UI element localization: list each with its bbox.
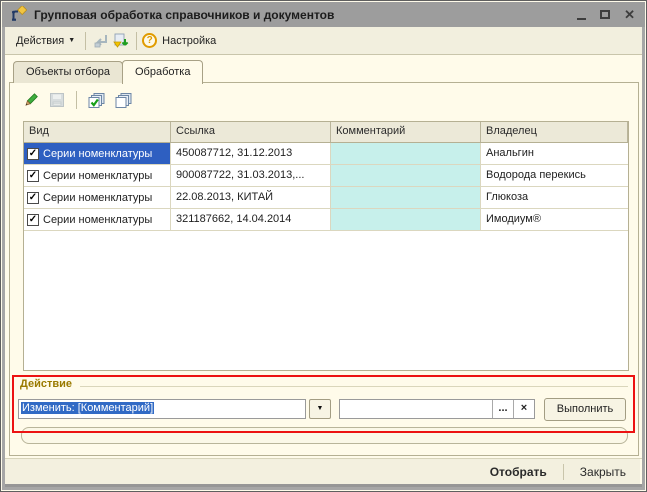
kind-cell[interactable]: ✓ Серии номенклатуры <box>24 165 171 186</box>
close-icon[interactable]: ✕ <box>624 8 635 21</box>
1c-app-icon <box>10 6 27 23</box>
comment-cell[interactable] <box>331 143 481 164</box>
kind-cell[interactable]: ✓ Серии номенклатуры <box>24 187 171 208</box>
maximize-icon[interactable] <box>600 10 610 19</box>
actions-menu-label: Действия <box>16 35 64 47</box>
comment-cell[interactable] <box>331 209 481 230</box>
toolbar-separator <box>76 91 77 109</box>
window-controls: ✕ <box>577 8 635 21</box>
action-section-label: Действие <box>20 378 72 390</box>
kind-label: Серии номенклатуры <box>43 214 152 226</box>
clear-checkmarks-icon <box>114 92 133 109</box>
move-disabled-button <box>91 31 111 51</box>
main-toolbar: Действия ▼ ? Настройка <box>5 27 642 55</box>
footer-button-separator <box>563 464 564 480</box>
kind-label: Серии номенклатуры <box>43 148 152 160</box>
stop-disabled-button <box>47 90 67 110</box>
table-header: Вид Ссылка Комментарий Владелец <box>24 122 628 143</box>
execute-button-label: Выполнить <box>557 403 613 415</box>
settings-button[interactable]: Настройка <box>157 33 221 49</box>
row-checkbox[interactable]: ✓ <box>27 148 39 160</box>
link-cell[interactable]: 900087722, 31.03.2013,... <box>171 165 331 186</box>
link-cell[interactable]: 22.08.2013, КИТАЙ <box>171 187 331 208</box>
combobox-dropdown-button[interactable]: ▼ <box>309 399 331 419</box>
parameter-field-group: ... × <box>339 399 535 419</box>
row-checkbox[interactable]: ✓ <box>27 170 39 182</box>
tab-selection-objects-label: Объекты отбора <box>26 66 110 78</box>
move-disabled-icon <box>93 33 110 49</box>
kind-cell-selected[interactable]: ✓ Серии номенклатуры <box>24 143 171 164</box>
action-section: Действие Изменить: [Комментарий] ▼ ... ×… <box>12 375 635 433</box>
row-checkbox[interactable]: ✓ <box>27 192 39 204</box>
table-row[interactable]: ✓ Серии номенклатуры 900087722, 31.03.20… <box>24 165 628 187</box>
set-checkmarks-button[interactable] <box>86 90 106 110</box>
column-header-link[interactable]: Ссылка <box>171 122 331 142</box>
tab-selection-objects[interactable]: Объекты отбора <box>13 61 123 83</box>
column-header-owner[interactable]: Владелец <box>481 122 628 142</box>
group-divider <box>80 386 628 387</box>
list-toolbar <box>20 89 133 111</box>
chevron-down-icon: ▼ <box>68 37 75 44</box>
select-button[interactable]: Отобрать <box>484 463 553 481</box>
actions-menu-button[interactable]: Действия ▼ <box>11 33 80 49</box>
help-icon[interactable]: ? <box>142 33 157 48</box>
tab-processing-label: Обработка <box>135 66 190 78</box>
tab-processing[interactable]: Обработка <box>122 60 203 84</box>
action-parameter-input[interactable] <box>340 400 492 418</box>
kind-cell[interactable]: ✓ Серии номенклатуры <box>24 209 171 230</box>
app-window: Групповая обработка справочников и докум… <box>0 0 647 492</box>
clear-icon[interactable]: × <box>513 400 534 418</box>
kind-label: Серии номенклатуры <box>43 170 152 182</box>
toolbar-separator <box>136 32 137 50</box>
footer-bar: Отобрать Закрыть <box>5 459 640 485</box>
link-cell[interactable]: 321187662, 14.04.2014 <box>171 209 331 230</box>
set-checkmarks-icon <box>87 92 106 109</box>
pencil-icon <box>22 92 39 109</box>
kind-label: Серии номенклатуры <box>43 192 152 204</box>
column-header-comment[interactable]: Комментарий <box>331 122 481 142</box>
row-checkbox[interactable]: ✓ <box>27 214 39 226</box>
table-row[interactable]: ✓ Серии номенклатуры 450087712, 31.12.20… <box>24 143 628 165</box>
action-combobox-value: Изменить: [Комментарий] <box>21 402 154 414</box>
ellipsis-button[interactable]: ... <box>492 400 513 418</box>
edit-button[interactable] <box>20 90 40 110</box>
column-header-kind[interactable]: Вид <box>24 122 171 142</box>
stop-disabled-icon <box>49 92 65 108</box>
titlebar: Групповая обработка справочников и докум… <box>2 2 645 27</box>
fill-icon <box>112 33 130 49</box>
toolbar-separator <box>85 32 86 50</box>
action-combobox[interactable]: Изменить: [Комментарий] <box>18 399 306 419</box>
objects-table[interactable]: Вид Ссылка Комментарий Владелец ✓ Серии … <box>23 121 629 371</box>
owner-cell[interactable]: Анальгин <box>481 143 628 164</box>
close-button[interactable]: Закрыть <box>574 463 632 481</box>
fill-button[interactable] <box>111 31 131 51</box>
owner-cell[interactable]: Глюкоза <box>481 187 628 208</box>
table-row[interactable]: ✓ Серии номенклатуры 321187662, 14.04.20… <box>24 209 628 231</box>
window-title: Групповая обработка справочников и докум… <box>34 8 577 22</box>
link-cell[interactable]: 450087712, 31.12.2013 <box>171 143 331 164</box>
execute-button[interactable]: Выполнить <box>544 398 626 421</box>
comment-cell[interactable] <box>331 165 481 186</box>
owner-cell[interactable]: Имодиум® <box>481 209 628 230</box>
clear-checkmarks-button[interactable] <box>113 90 133 110</box>
comment-cell[interactable] <box>331 187 481 208</box>
table-row[interactable]: ✓ Серии номенклатуры 22.08.2013, КИТАЙ Г… <box>24 187 628 209</box>
minimize-icon[interactable] <box>577 18 586 20</box>
chevron-down-icon: ▼ <box>317 405 324 412</box>
settings-label: Настройка <box>162 35 216 47</box>
owner-cell[interactable]: Водорода перекись <box>481 165 628 186</box>
